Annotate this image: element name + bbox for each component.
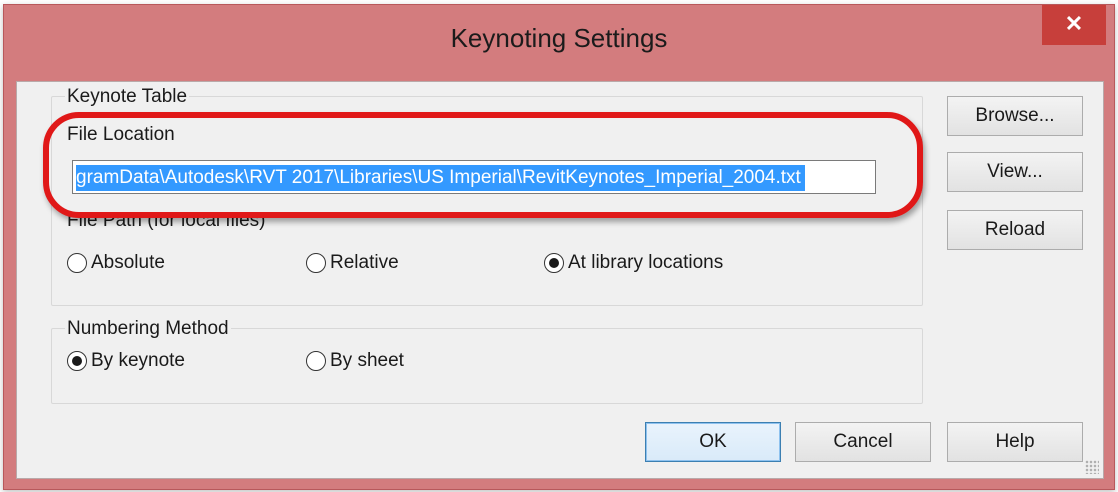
radio-by-sheet-circle <box>306 351 326 371</box>
radio-at-library-locations-label: At library locations <box>568 252 724 273</box>
dialog-body: Keynote Table File Location gramData\Aut… <box>16 81 1104 479</box>
keynoting-settings-dialog: Keynoting Settings ✕ Keynote Table File … <box>3 4 1115 490</box>
radio-absolute-circle <box>67 253 87 273</box>
radio-relative-circle <box>306 253 326 273</box>
close-icon: ✕ <box>1064 11 1084 36</box>
radio-relative[interactable]: Relative <box>306 252 399 274</box>
radio-absolute[interactable]: Absolute <box>67 252 165 274</box>
file-location-input[interactable]: gramData\Autodesk\RVT 2017\Libraries\US … <box>72 160 876 194</box>
file-location-label: File Location <box>67 124 175 145</box>
radio-absolute-label: Absolute <box>91 252 165 273</box>
view-button[interactable]: View... <box>947 152 1083 192</box>
cancel-button[interactable]: Cancel <box>795 422 931 462</box>
radio-at-library-locations[interactable]: At library locations <box>544 252 723 274</box>
radio-by-keynote[interactable]: By keynote <box>67 350 185 372</box>
radio-by-sheet-label: By sheet <box>330 350 404 371</box>
radio-relative-label: Relative <box>330 252 399 273</box>
file-path-label: File Path (for local files) <box>67 210 266 231</box>
help-button[interactable]: Help <box>947 422 1083 462</box>
radio-by-keynote-circle <box>67 351 87 371</box>
radio-by-keynote-label: By keynote <box>91 350 185 371</box>
title-bar[interactable]: Keynoting Settings ✕ <box>4 5 1114 81</box>
radio-by-sheet[interactable]: By sheet <box>306 350 404 372</box>
reload-button[interactable]: Reload <box>947 210 1083 250</box>
resize-grip-icon[interactable] <box>1085 460 1099 474</box>
dialog-title: Keynoting Settings <box>450 23 668 53</box>
keynote-table-group <box>51 96 923 306</box>
ok-button[interactable]: OK <box>645 422 781 462</box>
numbering-method-legend: Numbering Method <box>65 318 231 340</box>
file-location-value: gramData\Autodesk\RVT 2017\Libraries\US … <box>76 165 805 191</box>
keynote-table-legend: Keynote Table <box>65 86 190 108</box>
browse-button[interactable]: Browse... <box>947 96 1083 136</box>
radio-at-library-locations-circle <box>544 253 564 273</box>
close-button[interactable]: ✕ <box>1042 5 1106 45</box>
